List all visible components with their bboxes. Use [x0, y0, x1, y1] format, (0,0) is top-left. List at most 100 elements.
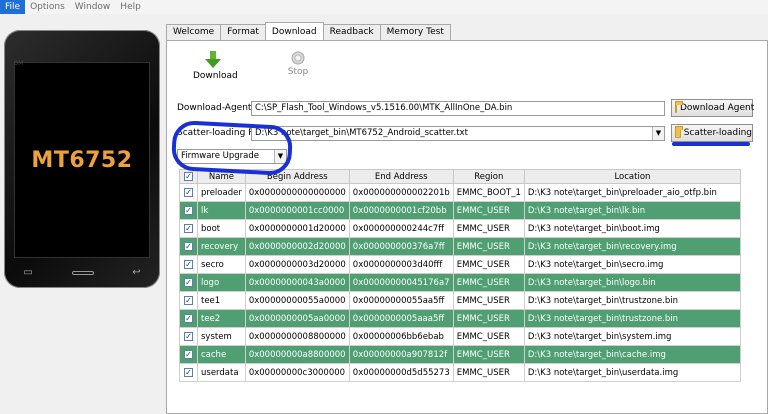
download-arrow-icon: [205, 51, 221, 68]
table-row[interactable]: ✓ logo 0x00000000043a0000 0x00000000045176a…: [179, 273, 742, 292]
mode-dropdown[interactable]: Firmware Upgrade ▼: [177, 149, 287, 164]
cell-name: recovery: [197, 237, 246, 256]
annotation-underline: [672, 142, 750, 146]
phone-buttons: ▭ ↩: [4, 267, 160, 278]
checkbox-checked-icon[interactable]: ✓: [184, 224, 193, 233]
row-checkbox[interactable]: ✓: [179, 327, 198, 346]
checkbox-checked-icon[interactable]: ✓: [184, 314, 193, 323]
menu-file[interactable]: File: [0, 0, 26, 14]
download-button[interactable]: Download: [193, 51, 238, 81]
cell-name: userdata: [197, 363, 246, 382]
column-header-name[interactable]: Name: [197, 169, 246, 184]
cell-location: D:\K3 note\target_bin\trustzone.bin: [523, 309, 742, 328]
cell-begin-address: 0x0000000000000000: [244, 183, 350, 202]
table-row[interactable]: ✓ boot 0x0000000001d20000 0x000000000244c7f…: [179, 219, 742, 238]
checkbox-checked-icon[interactable]: ✓: [184, 206, 193, 215]
menu-window[interactable]: Window: [70, 0, 116, 14]
chevron-down-icon[interactable]: ▼: [274, 150, 286, 163]
table-row[interactable]: ✓ lk 0x0000000001cc0000 0x0000000001cf20bb E…: [179, 201, 742, 220]
column-header-begin-address[interactable]: Begin Address: [244, 169, 350, 184]
checkbox-checked-icon[interactable]: ✓: [184, 278, 193, 287]
cell-location: D:\K3 note\target_bin\secro.img: [523, 255, 742, 274]
header-select-all[interactable]: ✓: [179, 169, 198, 184]
cell-begin-address: 0x0000000001d20000: [244, 219, 350, 238]
tab-readback[interactable]: Readback: [322, 24, 381, 40]
row-checkbox[interactable]: ✓: [179, 237, 198, 256]
table-row[interactable]: ✓ userdata 0x00000000c3000000 0x00000000d5d…: [179, 363, 742, 382]
cell-begin-address: 0x00000000043a0000: [244, 273, 350, 292]
scatter-file-value: D:\K3 note\target_bin\MT6752_Android_sca…: [255, 128, 468, 138]
cell-region: EMMC_BOOT_1: [452, 183, 525, 202]
cell-region: EMMC_USER: [452, 345, 525, 364]
table-row[interactable]: ✓ cache 0x00000000a8800000 0x00000000a90781…: [179, 345, 742, 364]
cell-name: logo: [197, 273, 246, 292]
row-checkbox[interactable]: ✓: [179, 363, 198, 382]
checkbox-checked-icon[interactable]: ✓: [184, 350, 193, 359]
cell-begin-address: 0x0000000003d20000: [244, 255, 350, 274]
menu-icon: ▭: [23, 267, 33, 278]
column-header-region[interactable]: Region: [452, 169, 525, 184]
checkbox-checked-icon[interactable]: ✓: [184, 172, 193, 181]
row-checkbox[interactable]: ✓: [179, 291, 198, 310]
stop-label: Stop: [287, 67, 309, 77]
row-checkbox[interactable]: ✓: [179, 255, 198, 274]
checkbox-checked-icon[interactable]: ✓: [184, 332, 193, 341]
column-header-end-address[interactable]: End Address: [348, 169, 454, 184]
download-agent-field[interactable]: C:\SP_Flash_Tool_Windows_v5.1516.00\MTK_…: [251, 101, 665, 116]
row-checkbox[interactable]: ✓: [179, 345, 198, 364]
table-row[interactable]: ✓ secro 0x0000000003d20000 0x0000000003d40f…: [179, 255, 742, 274]
chevron-down-icon[interactable]: ▼: [652, 127, 664, 140]
table-row[interactable]: ✓ system 0x0000000008800000 0x00000006bb6eb…: [179, 327, 742, 346]
cell-begin-address: 0x00000000a8800000: [244, 345, 350, 364]
cell-end-address: 0x0000000003d40fff: [348, 255, 454, 274]
menu-bar: File Options Window Help: [0, 0, 768, 14]
table-row[interactable]: ✓ tee1 0x00000000055a0000 0x00000000055aa5f…: [179, 291, 742, 310]
back-icon: ↩: [132, 267, 141, 278]
cell-region: EMMC_USER: [452, 309, 525, 328]
checkbox-checked-icon[interactable]: ✓: [184, 260, 193, 269]
cell-location: D:\K3 note\target_bin\boot.img: [523, 219, 742, 238]
checkbox-checked-icon[interactable]: ✓: [184, 242, 193, 251]
tab-welcome[interactable]: Welcome: [166, 24, 222, 40]
home-icon: [71, 270, 94, 275]
cell-name: lk: [197, 201, 246, 220]
scatter-loading-button[interactable]: Scatter-loading: [671, 124, 753, 142]
table-header-row: ✓ Name Begin Address End Address Region …: [179, 169, 742, 184]
tab-memory-test[interactable]: Memory Test: [379, 24, 451, 40]
row-checkbox[interactable]: ✓: [179, 273, 198, 292]
checkbox-checked-icon[interactable]: ✓: [184, 296, 193, 305]
table-row[interactable]: ✓ recovery 0x0000000002d20000 0x00000000037…: [179, 237, 742, 256]
menu-options[interactable]: Options: [25, 0, 70, 14]
download-label: Download: [193, 71, 238, 81]
row-checkbox[interactable]: ✓: [179, 309, 198, 328]
scatter-loading-button-label: Scatter-loading: [683, 128, 752, 138]
column-header-location[interactable]: Location: [523, 169, 742, 184]
cell-end-address: 0x0000000001cf20bb: [348, 201, 454, 220]
cell-begin-address: 0x0000000001cc0000: [244, 201, 350, 220]
phone-model-label: MT6752: [31, 147, 133, 173]
cell-name: boot: [197, 219, 246, 238]
cell-region: EMMC_USER: [452, 237, 525, 256]
cell-location: D:\K3 note\target_bin\preloader_aio_otfp…: [523, 183, 742, 202]
cell-begin-address: 0x0000000008800000: [244, 327, 350, 346]
checkbox-checked-icon[interactable]: ✓: [184, 188, 193, 197]
scatter-file-combo[interactable]: D:\K3 note\target_bin\MT6752_Android_sca…: [251, 126, 665, 141]
cell-begin-address: 0x00000000055a0000: [244, 291, 350, 310]
cell-location: D:\K3 note\target_bin\cache.img: [523, 345, 742, 364]
cell-end-address: 0x00000000d5d55273: [348, 363, 454, 382]
stop-button[interactable]: Stop: [285, 51, 311, 77]
row-checkbox[interactable]: ✓: [179, 183, 198, 202]
row-checkbox[interactable]: ✓: [179, 219, 198, 238]
table-row[interactable]: ✓ preloader 0x0000000000000000 0x0000000000…: [179, 183, 742, 202]
table-row[interactable]: ✓ tee2 0x0000000005aa0000 0x0000000005aaa5f…: [179, 309, 742, 328]
tab-format[interactable]: Format: [220, 24, 266, 40]
cell-end-address: 0x00000000a907812f: [348, 345, 454, 364]
checkbox-checked-icon[interactable]: ✓: [184, 368, 193, 377]
row-checkbox[interactable]: ✓: [179, 201, 198, 220]
cell-end-address: 0x000000000376a7ff: [348, 237, 454, 256]
cell-region: EMMC_USER: [452, 219, 525, 238]
download-agent-button-label: Download Agent: [680, 103, 755, 113]
menu-help[interactable]: Help: [115, 0, 146, 14]
tab-download[interactable]: Download: [264, 22, 324, 40]
download-agent-button[interactable]: Download Agent: [671, 99, 755, 117]
